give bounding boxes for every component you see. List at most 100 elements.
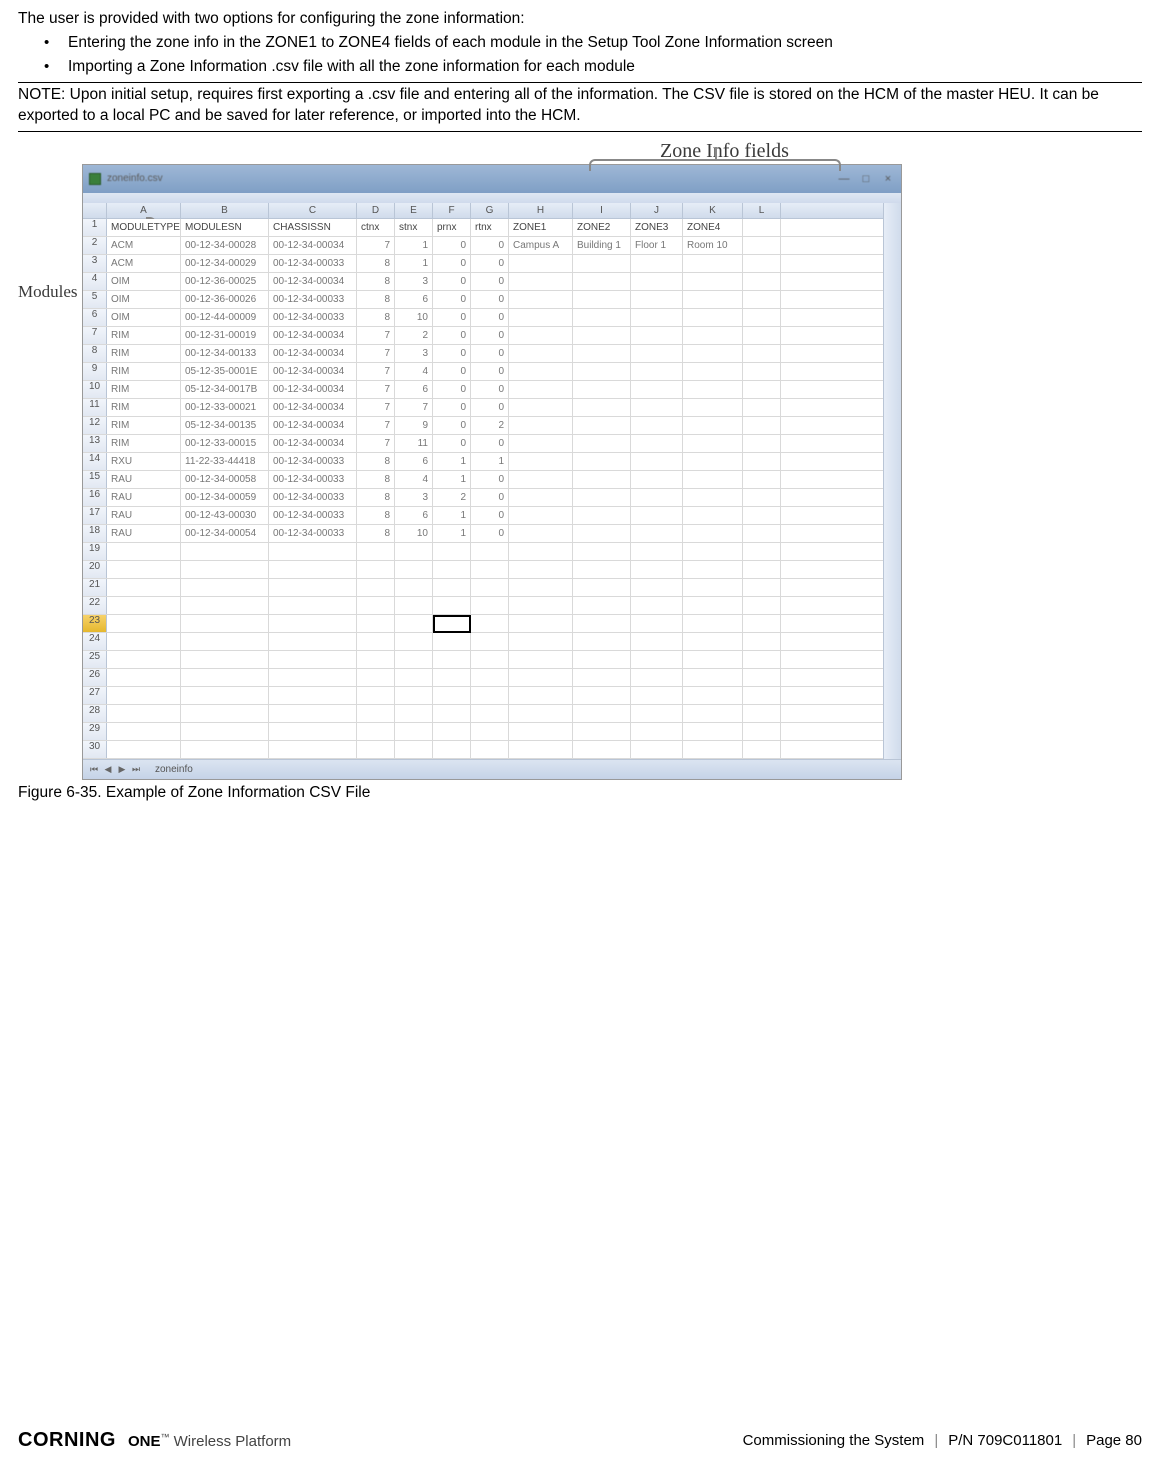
cell[interactable] — [683, 561, 743, 578]
cell[interactable]: 00-12-36-00025 — [181, 273, 269, 290]
cell[interactable] — [357, 741, 395, 758]
cell[interactable] — [573, 363, 631, 380]
col-header[interactable]: E — [395, 203, 433, 218]
cell[interactable] — [683, 651, 743, 668]
cell[interactable] — [509, 741, 573, 758]
cell[interactable] — [269, 615, 357, 632]
cell[interactable] — [743, 741, 781, 758]
cell[interactable] — [683, 723, 743, 740]
cell[interactable]: 00-12-34-00034 — [269, 417, 357, 434]
cell[interactable] — [269, 705, 357, 722]
cell[interactable] — [573, 651, 631, 668]
cell[interactable] — [743, 345, 781, 362]
close-button[interactable]: × — [881, 172, 895, 186]
cell[interactable] — [683, 417, 743, 434]
row-number[interactable]: 15 — [83, 471, 107, 488]
cell[interactable]: RIM — [107, 417, 181, 434]
cell[interactable] — [357, 705, 395, 722]
cell[interactable] — [631, 363, 683, 380]
row-number[interactable]: 19 — [83, 543, 107, 560]
row-number[interactable]: 10 — [83, 381, 107, 398]
cell[interactable]: 00-12-36-00026 — [181, 291, 269, 308]
cell[interactable] — [683, 525, 743, 542]
cell[interactable]: 05-12-35-0001E — [181, 363, 269, 380]
row-number[interactable]: 2 — [83, 237, 107, 254]
row-number[interactable]: 1 — [83, 219, 107, 236]
cell[interactable] — [631, 579, 683, 596]
cell[interactable] — [631, 597, 683, 614]
cell[interactable] — [509, 705, 573, 722]
cell[interactable] — [683, 453, 743, 470]
cell[interactable] — [573, 435, 631, 452]
cell[interactable]: 00-12-31-00019 — [181, 327, 269, 344]
row-number[interactable]: 11 — [83, 399, 107, 416]
cell[interactable] — [631, 525, 683, 542]
cell[interactable] — [743, 723, 781, 740]
cell[interactable]: 0 — [471, 381, 509, 398]
row-number[interactable]: 26 — [83, 669, 107, 686]
row-number[interactable]: 21 — [83, 579, 107, 596]
row-number[interactable]: 24 — [83, 633, 107, 650]
row-number[interactable]: 12 — [83, 417, 107, 434]
cell[interactable]: 00-12-34-00054 — [181, 525, 269, 542]
cell[interactable] — [509, 633, 573, 650]
cell[interactable] — [509, 561, 573, 578]
cell[interactable] — [471, 705, 509, 722]
cell[interactable] — [395, 615, 433, 632]
cell[interactable]: 7 — [357, 435, 395, 452]
cell[interactable]: 00-12-34-00133 — [181, 345, 269, 362]
cell[interactable] — [357, 633, 395, 650]
cell[interactable] — [509, 291, 573, 308]
cell[interactable]: 11 — [395, 435, 433, 452]
maximize-button[interactable]: □ — [859, 172, 873, 186]
cell[interactable] — [181, 651, 269, 668]
cell[interactable] — [683, 309, 743, 326]
row-number[interactable]: 28 — [83, 705, 107, 722]
cell[interactable] — [683, 669, 743, 686]
cell[interactable] — [107, 687, 181, 704]
cell[interactable]: OIM — [107, 291, 181, 308]
cell[interactable]: 0 — [433, 363, 471, 380]
row-number[interactable]: 3 — [83, 255, 107, 272]
cell[interactable] — [509, 471, 573, 488]
cell[interactable]: RIM — [107, 327, 181, 344]
cell[interactable] — [107, 597, 181, 614]
cell[interactable] — [743, 489, 781, 506]
cell[interactable]: 1 — [433, 471, 471, 488]
cell[interactable] — [683, 327, 743, 344]
cell[interactable] — [631, 381, 683, 398]
cell[interactable] — [631, 345, 683, 362]
cell[interactable] — [683, 399, 743, 416]
cell[interactable] — [357, 561, 395, 578]
cell[interactable] — [509, 723, 573, 740]
cell[interactable]: RIM — [107, 435, 181, 452]
cell[interactable]: 7 — [357, 417, 395, 434]
cell[interactable] — [509, 543, 573, 560]
cell[interactable] — [743, 561, 781, 578]
cell[interactable] — [743, 471, 781, 488]
cell[interactable]: 00-12-34-00029 — [181, 255, 269, 272]
cell[interactable] — [573, 543, 631, 560]
cell[interactable]: 00-12-34-00034 — [269, 273, 357, 290]
cell[interactable] — [683, 705, 743, 722]
select-all-corner[interactable] — [83, 203, 107, 218]
cell[interactable]: 0 — [433, 345, 471, 362]
cell[interactable]: 8 — [357, 453, 395, 470]
cell[interactable] — [509, 453, 573, 470]
cell[interactable] — [573, 327, 631, 344]
cell[interactable]: RIM — [107, 345, 181, 362]
cell[interactable] — [631, 327, 683, 344]
row-number[interactable]: 13 — [83, 435, 107, 452]
cell[interactable] — [433, 615, 471, 632]
cell[interactable] — [631, 705, 683, 722]
column-header-cell[interactable]: stnx — [395, 219, 433, 236]
cell[interactable]: 00-12-34-00034 — [269, 435, 357, 452]
cell[interactable] — [269, 741, 357, 758]
row-number[interactable]: 17 — [83, 507, 107, 524]
cell[interactable] — [269, 543, 357, 560]
cell[interactable] — [573, 723, 631, 740]
row-number[interactable]: 20 — [83, 561, 107, 578]
cell[interactable]: 7 — [357, 345, 395, 362]
cell[interactable] — [357, 723, 395, 740]
cell[interactable] — [107, 669, 181, 686]
